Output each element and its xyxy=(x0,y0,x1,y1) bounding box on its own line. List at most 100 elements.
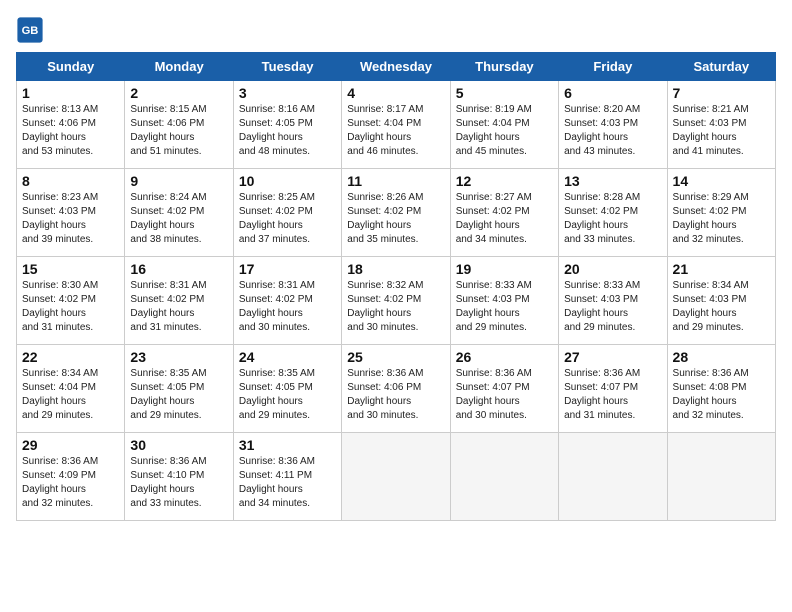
calendar-day-cell: 4 Sunrise: 8:17 AMSunset: 4:04 PMDayligh… xyxy=(342,81,450,169)
calendar-week-row: 1 Sunrise: 8:13 AMSunset: 4:06 PMDayligh… xyxy=(17,81,776,169)
calendar-day-cell: 30 Sunrise: 8:36 AMSunset: 4:10 PMDaylig… xyxy=(125,433,233,521)
cell-info: Sunrise: 8:31 AMSunset: 4:02 PMDaylight … xyxy=(239,279,336,335)
empty-cell xyxy=(559,433,667,521)
day-number: 20 xyxy=(564,261,661,277)
calendar-day-cell: 14 Sunrise: 8:29 AMSunset: 4:02 PMDaylig… xyxy=(667,169,775,257)
day-number: 10 xyxy=(239,173,336,189)
day-number: 30 xyxy=(130,437,227,453)
calendar-day-cell: 15 Sunrise: 8:30 AMSunset: 4:02 PMDaylig… xyxy=(17,257,125,345)
cell-info: Sunrise: 8:20 AMSunset: 4:03 PMDaylight … xyxy=(564,103,661,159)
cell-info: Sunrise: 8:35 AMSunset: 4:05 PMDaylight … xyxy=(239,367,336,423)
day-number: 12 xyxy=(456,173,553,189)
calendar-day-cell: 25 Sunrise: 8:36 AMSunset: 4:06 PMDaylig… xyxy=(342,345,450,433)
calendar-day-cell: 2 Sunrise: 8:15 AMSunset: 4:06 PMDayligh… xyxy=(125,81,233,169)
logo-icon: GB xyxy=(16,16,44,44)
calendar-day-cell: 29 Sunrise: 8:36 AMSunset: 4:09 PMDaylig… xyxy=(17,433,125,521)
calendar-day-cell: 26 Sunrise: 8:36 AMSunset: 4:07 PMDaylig… xyxy=(450,345,558,433)
day-number: 3 xyxy=(239,85,336,101)
empty-cell xyxy=(667,433,775,521)
cell-info: Sunrise: 8:24 AMSunset: 4:02 PMDaylight … xyxy=(130,191,227,247)
day-number: 26 xyxy=(456,349,553,365)
cell-info: Sunrise: 8:36 AMSunset: 4:10 PMDaylight … xyxy=(130,455,227,511)
day-number: 7 xyxy=(673,85,770,101)
calendar-day-cell: 28 Sunrise: 8:36 AMSunset: 4:08 PMDaylig… xyxy=(667,345,775,433)
calendar-day-cell: 18 Sunrise: 8:32 AMSunset: 4:02 PMDaylig… xyxy=(342,257,450,345)
cell-info: Sunrise: 8:36 AMSunset: 4:07 PMDaylight … xyxy=(564,367,661,423)
cell-info: Sunrise: 8:36 AMSunset: 4:07 PMDaylight … xyxy=(456,367,553,423)
calendar-day-cell: 5 Sunrise: 8:19 AMSunset: 4:04 PMDayligh… xyxy=(450,81,558,169)
day-header-friday: Friday xyxy=(559,53,667,81)
calendar-day-cell: 22 Sunrise: 8:34 AMSunset: 4:04 PMDaylig… xyxy=(17,345,125,433)
cell-info: Sunrise: 8:33 AMSunset: 4:03 PMDaylight … xyxy=(564,279,661,335)
calendar-day-cell: 10 Sunrise: 8:25 AMSunset: 4:02 PMDaylig… xyxy=(233,169,341,257)
calendar-week-row: 29 Sunrise: 8:36 AMSunset: 4:09 PMDaylig… xyxy=(17,433,776,521)
calendar-day-cell: 7 Sunrise: 8:21 AMSunset: 4:03 PMDayligh… xyxy=(667,81,775,169)
calendar-day-cell: 1 Sunrise: 8:13 AMSunset: 4:06 PMDayligh… xyxy=(17,81,125,169)
cell-info: Sunrise: 8:19 AMSunset: 4:04 PMDaylight … xyxy=(456,103,553,159)
day-header-wednesday: Wednesday xyxy=(342,53,450,81)
day-header-tuesday: Tuesday xyxy=(233,53,341,81)
calendar-day-cell: 31 Sunrise: 8:36 AMSunset: 4:11 PMDaylig… xyxy=(233,433,341,521)
day-number: 18 xyxy=(347,261,444,277)
cell-info: Sunrise: 8:34 AMSunset: 4:04 PMDaylight … xyxy=(22,367,119,423)
day-number: 24 xyxy=(239,349,336,365)
calendar-week-row: 22 Sunrise: 8:34 AMSunset: 4:04 PMDaylig… xyxy=(17,345,776,433)
day-number: 2 xyxy=(130,85,227,101)
calendar-day-cell: 3 Sunrise: 8:16 AMSunset: 4:05 PMDayligh… xyxy=(233,81,341,169)
day-header-monday: Monday xyxy=(125,53,233,81)
cell-info: Sunrise: 8:32 AMSunset: 4:02 PMDaylight … xyxy=(347,279,444,335)
day-number: 25 xyxy=(347,349,444,365)
calendar-day-cell: 16 Sunrise: 8:31 AMSunset: 4:02 PMDaylig… xyxy=(125,257,233,345)
day-number: 27 xyxy=(564,349,661,365)
cell-info: Sunrise: 8:29 AMSunset: 4:02 PMDaylight … xyxy=(673,191,770,247)
day-number: 1 xyxy=(22,85,119,101)
svg-text:GB: GB xyxy=(22,25,39,37)
day-number: 4 xyxy=(347,85,444,101)
day-header-saturday: Saturday xyxy=(667,53,775,81)
day-number: 19 xyxy=(456,261,553,277)
cell-info: Sunrise: 8:15 AMSunset: 4:06 PMDaylight … xyxy=(130,103,227,159)
day-number: 6 xyxy=(564,85,661,101)
day-number: 29 xyxy=(22,437,119,453)
cell-info: Sunrise: 8:16 AMSunset: 4:05 PMDaylight … xyxy=(239,103,336,159)
empty-cell xyxy=(450,433,558,521)
day-number: 11 xyxy=(347,173,444,189)
calendar-day-cell: 24 Sunrise: 8:35 AMSunset: 4:05 PMDaylig… xyxy=(233,345,341,433)
cell-info: Sunrise: 8:23 AMSunset: 4:03 PMDaylight … xyxy=(22,191,119,247)
day-number: 22 xyxy=(22,349,119,365)
calendar-table: SundayMondayTuesdayWednesdayThursdayFrid… xyxy=(16,52,776,521)
day-number: 15 xyxy=(22,261,119,277)
calendar-week-row: 8 Sunrise: 8:23 AMSunset: 4:03 PMDayligh… xyxy=(17,169,776,257)
day-number: 23 xyxy=(130,349,227,365)
cell-info: Sunrise: 8:36 AMSunset: 4:08 PMDaylight … xyxy=(673,367,770,423)
cell-info: Sunrise: 8:25 AMSunset: 4:02 PMDaylight … xyxy=(239,191,336,247)
calendar-day-cell: 23 Sunrise: 8:35 AMSunset: 4:05 PMDaylig… xyxy=(125,345,233,433)
cell-info: Sunrise: 8:28 AMSunset: 4:02 PMDaylight … xyxy=(564,191,661,247)
calendar-day-cell: 12 Sunrise: 8:27 AMSunset: 4:02 PMDaylig… xyxy=(450,169,558,257)
page-header: GB xyxy=(16,16,776,44)
cell-info: Sunrise: 8:34 AMSunset: 4:03 PMDaylight … xyxy=(673,279,770,335)
cell-info: Sunrise: 8:31 AMSunset: 4:02 PMDaylight … xyxy=(130,279,227,335)
calendar-day-cell: 9 Sunrise: 8:24 AMSunset: 4:02 PMDayligh… xyxy=(125,169,233,257)
calendar-day-cell: 19 Sunrise: 8:33 AMSunset: 4:03 PMDaylig… xyxy=(450,257,558,345)
cell-info: Sunrise: 8:36 AMSunset: 4:11 PMDaylight … xyxy=(239,455,336,511)
day-number: 16 xyxy=(130,261,227,277)
empty-cell xyxy=(342,433,450,521)
cell-info: Sunrise: 8:17 AMSunset: 4:04 PMDaylight … xyxy=(347,103,444,159)
cell-info: Sunrise: 8:13 AMSunset: 4:06 PMDaylight … xyxy=(22,103,119,159)
cell-info: Sunrise: 8:35 AMSunset: 4:05 PMDaylight … xyxy=(130,367,227,423)
days-header-row: SundayMondayTuesdayWednesdayThursdayFrid… xyxy=(17,53,776,81)
cell-info: Sunrise: 8:33 AMSunset: 4:03 PMDaylight … xyxy=(456,279,553,335)
day-number: 28 xyxy=(673,349,770,365)
day-number: 8 xyxy=(22,173,119,189)
calendar-week-row: 15 Sunrise: 8:30 AMSunset: 4:02 PMDaylig… xyxy=(17,257,776,345)
cell-info: Sunrise: 8:36 AMSunset: 4:06 PMDaylight … xyxy=(347,367,444,423)
calendar-day-cell: 21 Sunrise: 8:34 AMSunset: 4:03 PMDaylig… xyxy=(667,257,775,345)
day-header-sunday: Sunday xyxy=(17,53,125,81)
day-number: 21 xyxy=(673,261,770,277)
cell-info: Sunrise: 8:30 AMSunset: 4:02 PMDaylight … xyxy=(22,279,119,335)
calendar-day-cell: 17 Sunrise: 8:31 AMSunset: 4:02 PMDaylig… xyxy=(233,257,341,345)
calendar-day-cell: 20 Sunrise: 8:33 AMSunset: 4:03 PMDaylig… xyxy=(559,257,667,345)
calendar-day-cell: 6 Sunrise: 8:20 AMSunset: 4:03 PMDayligh… xyxy=(559,81,667,169)
cell-info: Sunrise: 8:21 AMSunset: 4:03 PMDaylight … xyxy=(673,103,770,159)
